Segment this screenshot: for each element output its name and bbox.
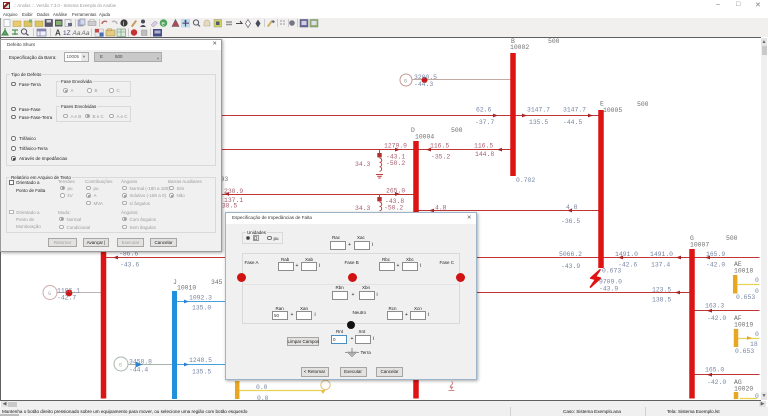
svg-text:-43.9: -43.9 — [599, 286, 618, 293]
svg-text:230.9: 230.9 — [224, 188, 243, 195]
svg-text:0.653: 0.653 — [736, 294, 755, 301]
svg-text:500: 500 — [726, 235, 738, 242]
svg-text:0.0: 0.0 — [257, 395, 269, 400]
svg-text:1Z: 1Z — [63, 30, 71, 37]
svg-text:0.702: 0.702 — [516, 177, 535, 184]
svg-text:-44.4: -44.4 — [129, 367, 148, 374]
svg-text:-42.7: -42.7 — [57, 295, 76, 302]
svg-text:-50.2: -50.2 — [384, 205, 403, 212]
svg-text:-43.9: -43.9 — [561, 263, 580, 270]
svg-text:18: 18 — [750, 341, 758, 348]
svg-text:-36.5: -36.5 — [561, 218, 580, 225]
svg-text:9709.0: 9709.0 — [599, 279, 622, 286]
svg-text:165.9: 165.9 — [706, 251, 725, 258]
svg-text:-35.2: -35.2 — [431, 154, 450, 161]
svg-text:135.5: 135.5 — [529, 119, 548, 126]
svg-text:1106.1: 1106.1 — [57, 288, 80, 295]
svg-text:34.3: 34.3 — [355, 205, 371, 212]
svg-text:10002: 10002 — [510, 44, 529, 51]
svg-text:-86.6: -86.6 — [119, 250, 138, 257]
svg-text:265.0: 265.0 — [386, 188, 405, 195]
svg-text:10005: 10005 — [603, 107, 622, 114]
svg-text:4.8: 4.8 — [435, 205, 447, 212]
svg-text:0: 0 — [755, 277, 759, 284]
svg-text:10004: 10004 — [415, 134, 434, 141]
svg-text:0.0: 0.0 — [256, 384, 268, 391]
svg-text:34.3: 34.3 — [355, 161, 371, 168]
svg-text:500: 500 — [451, 127, 463, 134]
svg-text:3200.5: 3200.5 — [414, 74, 437, 81]
svg-text:4.8: 4.8 — [566, 204, 578, 211]
svg-text:165.0: 165.0 — [705, 367, 724, 374]
svg-text:Aa: Aa — [72, 30, 81, 37]
svg-text:116.5: 116.5 — [474, 143, 493, 150]
svg-text:-42.0: -42.0 — [707, 379, 726, 386]
svg-text:138.5: 138.5 — [652, 297, 671, 304]
svg-text:62.6: 62.6 — [476, 107, 492, 114]
svg-text:135.0: 135.0 — [192, 305, 211, 312]
svg-text:A: A — [55, 29, 61, 38]
svg-text:1092.3: 1092.3 — [189, 295, 212, 302]
svg-text:Aa: Aa — [81, 30, 90, 37]
svg-text:1279.9: 1279.9 — [384, 143, 407, 150]
svg-text:10018: 10018 — [734, 268, 753, 275]
svg-text:0: 0 — [755, 331, 759, 338]
svg-text:-43.6: -43.6 — [120, 262, 139, 269]
svg-text:123.5: 123.5 — [652, 287, 671, 294]
svg-text:1491.0: 1491.0 — [650, 251, 673, 258]
svg-text:-44.3: -44.3 — [414, 81, 433, 88]
svg-text:144.8: 144.8 — [475, 151, 494, 158]
svg-text:137.4: 137.4 — [651, 262, 670, 269]
svg-text:10020: 10020 — [734, 386, 753, 393]
svg-text:i: i — [123, 22, 124, 28]
svg-text:0: 0 — [755, 393, 759, 400]
svg-text:500: 500 — [637, 101, 649, 108]
svg-text:0: 0 — [755, 288, 759, 295]
svg-text:1491.0: 1491.0 — [615, 251, 638, 258]
svg-text:-42.0: -42.0 — [706, 262, 725, 269]
svg-text:500: 500 — [548, 38, 560, 45]
svg-text:3147.7: 3147.7 — [527, 107, 550, 114]
svg-text:-50.2: -50.2 — [386, 160, 405, 167]
svg-text:1248.5: 1248.5 — [189, 357, 212, 364]
svg-text:5066.2: 5066.2 — [559, 251, 582, 258]
svg-text:345: 345 — [211, 279, 223, 286]
svg-text:0.673: 0.673 — [602, 268, 621, 275]
svg-text:3458.8: 3458.8 — [129, 359, 152, 366]
svg-text:-44.5: -44.5 — [563, 119, 582, 126]
svg-text:10007: 10007 — [690, 242, 709, 249]
svg-text:116.5: 116.5 — [430, 143, 449, 150]
svg-text:3147.7: 3147.7 — [563, 107, 586, 114]
svg-text:-42.0: -42.0 — [707, 315, 726, 322]
svg-text:10003: 10003 — [209, 176, 228, 183]
svg-text:-37.7: -37.7 — [475, 119, 494, 126]
svg-text:10010: 10010 — [177, 285, 196, 292]
svg-text:138.5: 138.5 — [218, 203, 237, 210]
svg-text:163.3: 163.3 — [705, 303, 724, 310]
svg-text:0.653: 0.653 — [735, 348, 754, 355]
svg-text:135.5: 135.5 — [192, 369, 211, 376]
svg-text:10019: 10019 — [734, 322, 753, 329]
